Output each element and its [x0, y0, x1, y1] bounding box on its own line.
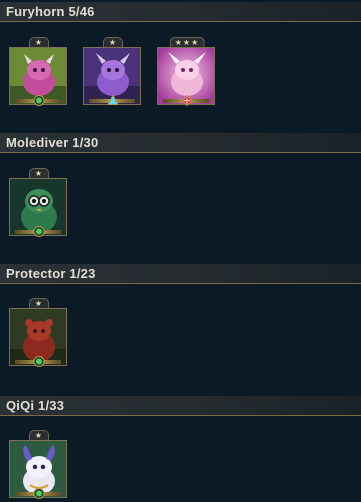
- unit-card-furyhorn-1[interactable]: ★: [9, 37, 69, 109]
- section-title: QiQi 1/33: [6, 398, 65, 413]
- red-gem-icon: [181, 95, 193, 106]
- section-header-molediver: Molediver 1/30: [0, 133, 361, 153]
- unit-card-furyhorn-3[interactable]: ★★★: [157, 37, 217, 109]
- green-gem-icon: [33, 226, 45, 237]
- section-header-qiqi: QiQi 1/33: [0, 396, 361, 416]
- green-gem-icon: [33, 488, 45, 499]
- unit-card-molediver[interactable]: ★: [9, 168, 69, 240]
- section-title: Protector 1/23: [6, 266, 96, 281]
- section-title: Furyhorn 5/46: [6, 4, 95, 19]
- section-header-furyhorn: Furyhorn 5/46: [0, 2, 361, 22]
- unit-card-furyhorn-2[interactable]: ★: [83, 37, 143, 109]
- unit-card-protector[interactable]: ★: [9, 298, 69, 370]
- blue-gem-icon: [107, 95, 119, 105]
- unit-card-qiqi[interactable]: ★: [9, 430, 69, 502]
- green-gem-icon: [33, 95, 45, 106]
- section-title: Molediver 1/30: [6, 135, 99, 150]
- green-gem-icon: [33, 356, 45, 367]
- section-header-protector: Protector 1/23: [0, 264, 361, 284]
